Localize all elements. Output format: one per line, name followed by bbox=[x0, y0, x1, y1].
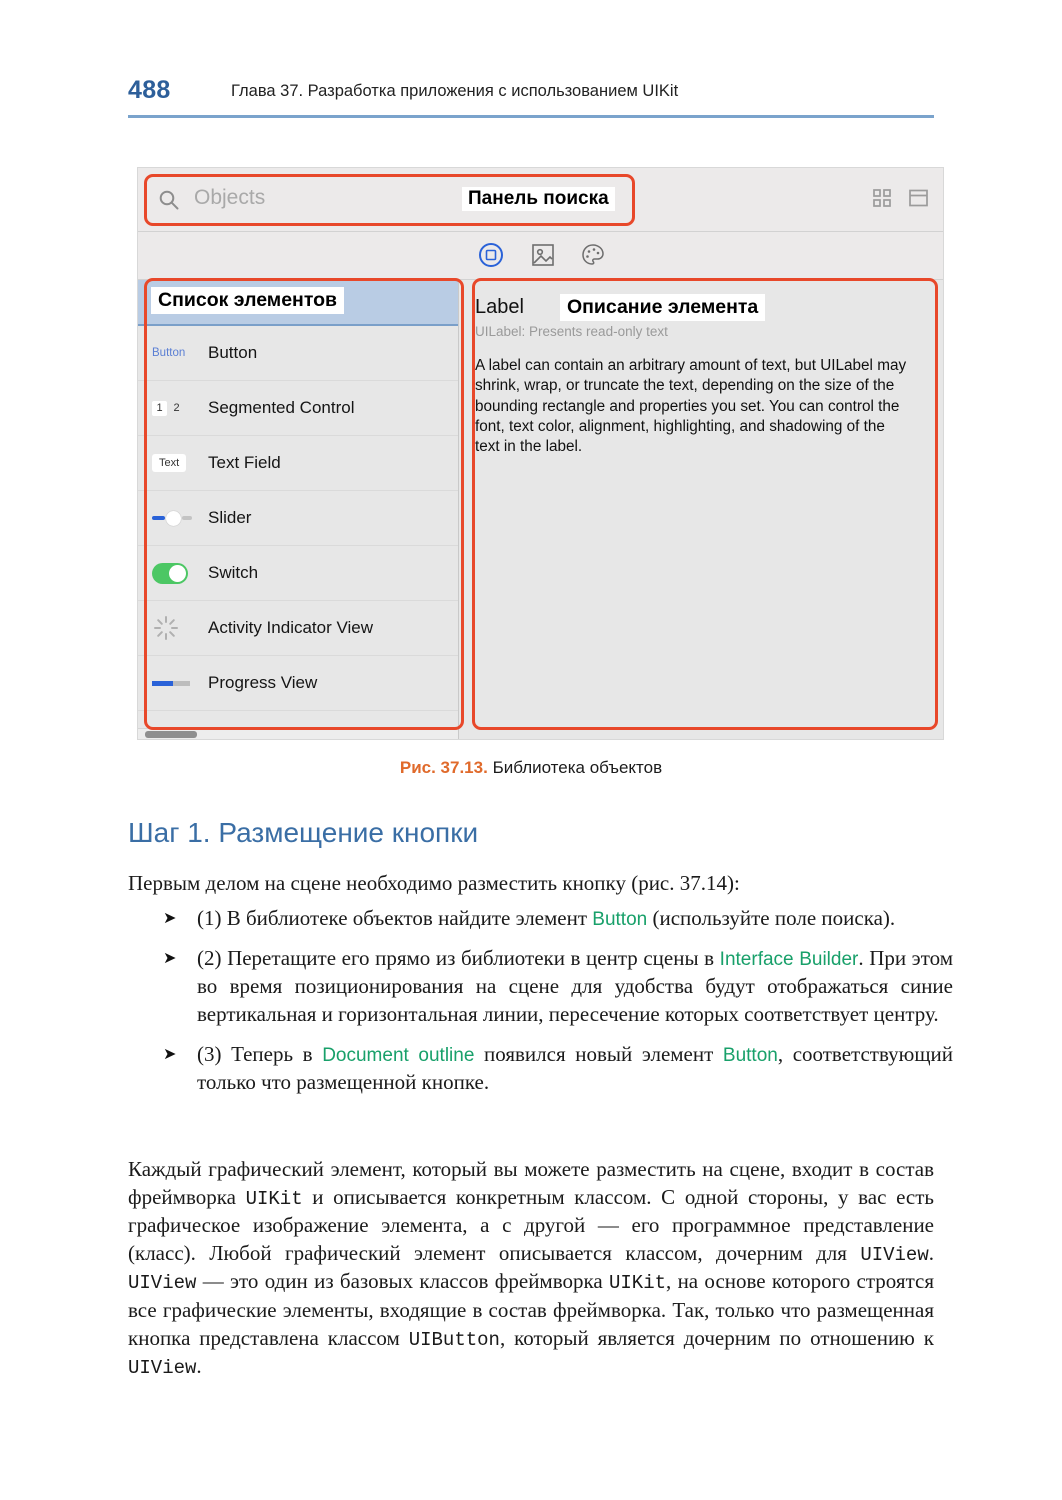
running-head: Глава 37. Разработка приложения с исполь… bbox=[231, 82, 679, 100]
inline-code: UIButton bbox=[408, 1328, 500, 1351]
segmented-control-icon: 1 2 bbox=[152, 400, 208, 416]
annotation-search-panel: Панель поиска bbox=[462, 187, 615, 211]
figure-caption-number: Рис. 37.13. bbox=[399, 758, 488, 777]
step-text: (3) Теперь в Document outline появился н… bbox=[197, 1041, 953, 1097]
list-item[interactable]: Activity Indicator View bbox=[138, 601, 458, 656]
media-library-icon[interactable] bbox=[529, 241, 557, 274]
figure-caption: Рис. 37.13. Библиотека объектов bbox=[0, 758, 1062, 778]
search-icon bbox=[157, 188, 181, 212]
color-palette-icon[interactable] bbox=[579, 241, 607, 274]
section-heading: Шаг 1. Размещение кнопки bbox=[128, 817, 479, 848]
inline-text: . bbox=[196, 1353, 202, 1378]
detail-body-text: A label can contain an arbitrary amount … bbox=[475, 357, 907, 456]
arrow-bullet-icon: ➤ bbox=[163, 949, 177, 967]
library-view-toggles bbox=[872, 188, 929, 213]
inline-text: (используйте поле поиска). bbox=[647, 906, 896, 930]
inline-text: , который является дочерним по отношению… bbox=[499, 1325, 934, 1350]
list-item-label: Button bbox=[208, 343, 258, 362]
object-library-icon[interactable] bbox=[475, 239, 507, 276]
library-tab-icons bbox=[138, 239, 943, 276]
inline-text: (1) В библиотеке объектов найдите элемен… bbox=[197, 906, 593, 930]
page-header: 488 Глава 37. Разработка приложения с ис… bbox=[128, 74, 934, 116]
list-item-label: Slider bbox=[208, 508, 252, 527]
slider-icon bbox=[152, 510, 208, 526]
inline-keyword: Document outline bbox=[322, 1044, 475, 1066]
library-tab-row bbox=[138, 232, 943, 280]
steps-list: ➤ (1) В библиотеке объектов найдите элеме… bbox=[163, 905, 953, 1109]
inline-text: . bbox=[928, 1241, 934, 1266]
horizontal-scrollbar[interactable] bbox=[138, 728, 458, 739]
segment-2: 2 bbox=[173, 401, 180, 414]
segment-1: 1 bbox=[152, 400, 167, 416]
inline-code: UIKit bbox=[609, 1272, 667, 1295]
step-item: ➤ (2) Перетащите его прямо из библиотеки … bbox=[163, 945, 953, 1029]
text-field-icon: Text bbox=[152, 454, 208, 472]
library-search-row: Objects Панель поиска bbox=[138, 168, 943, 232]
inline-code: UIView bbox=[128, 1356, 197, 1379]
list-item[interactable]: Progress View bbox=[138, 656, 458, 711]
step-item: ➤ (3) Теперь в Document outline появился … bbox=[163, 1041, 953, 1097]
figure-caption-text: Библиотека объектов bbox=[492, 758, 663, 777]
grid-view-icon[interactable] bbox=[872, 188, 892, 213]
list-item-label: Segmented Control bbox=[208, 398, 355, 417]
detail-title: Label bbox=[475, 296, 524, 318]
progress-view-icon bbox=[152, 680, 208, 686]
header-rule bbox=[128, 115, 934, 118]
panel-view-icon[interactable] bbox=[908, 188, 929, 213]
intro-paragraph: Первым делом на сцене необходимо размест… bbox=[128, 871, 740, 895]
library-panes: Список элементов Button Button 1 2 Segme… bbox=[138, 280, 943, 739]
step-text: (1) В библиотеке объектов найдите элемен… bbox=[197, 905, 953, 933]
inline-keyword: Button bbox=[592, 909, 648, 930]
inline-keyword: Interface Builder bbox=[719, 948, 859, 970]
library-detail-pane: Label Описание элемента UILabel: Present… bbox=[459, 280, 943, 739]
button-icon: Button bbox=[152, 347, 208, 359]
list-item-label: Activity Indicator View bbox=[208, 618, 374, 637]
search-input-placeholder[interactable]: Objects bbox=[194, 186, 265, 210]
list-item[interactable]: Slider bbox=[138, 491, 458, 546]
scrollbar-thumb[interactable] bbox=[145, 731, 197, 738]
inline-text: (3) Теперь в bbox=[197, 1041, 323, 1066]
list-item-label: Progress View bbox=[208, 673, 318, 692]
step-item: ➤ (1) В библиотеке объектов найдите элеме… bbox=[163, 905, 953, 933]
inline-keyword: Button bbox=[722, 1044, 778, 1066]
inline-code: UIView bbox=[128, 1272, 197, 1295]
detail-subtitle: UILabel: Presents read-only text bbox=[475, 324, 668, 339]
list-item-label: Switch bbox=[208, 563, 259, 582]
switch-icon bbox=[152, 562, 208, 584]
inline-text: (2) Перетащите его прямо из библиотеки в… bbox=[197, 945, 720, 970]
inline-code: UIView bbox=[860, 1244, 929, 1267]
inline-code: UIKit bbox=[245, 1187, 303, 1210]
figure-object-library: Objects Панель поиска Список элементов B… bbox=[137, 167, 944, 740]
annotation-element-description: Описание элемента bbox=[559, 294, 766, 321]
arrow-bullet-icon: ➤ bbox=[163, 910, 177, 927]
library-element-list[interactable]: Список элементов Button Button 1 2 Segme… bbox=[138, 280, 459, 739]
inline-text: — это один из базовых классов фреймворка bbox=[196, 1269, 609, 1294]
page-number: 488 bbox=[128, 76, 171, 104]
arrow-bullet-icon: ➤ bbox=[163, 1045, 177, 1063]
button-icon-label: Button bbox=[152, 347, 186, 359]
inline-text: появился новый элемент bbox=[474, 1041, 723, 1066]
list-item[interactable]: Switch bbox=[138, 546, 458, 601]
text-field-icon-label: Text bbox=[152, 454, 187, 472]
final-paragraph: Каждый графический элемент, который вы м… bbox=[128, 1156, 934, 1381]
list-item[interactable]: Text Text Field bbox=[138, 436, 458, 491]
list-item[interactable]: Button Button bbox=[138, 326, 458, 381]
step-text: (2) Перетащите его прямо из библиотеки в… bbox=[197, 945, 953, 1029]
list-item[interactable]: 1 2 Segmented Control bbox=[138, 381, 458, 436]
list-item-label: Text Field bbox=[208, 453, 281, 472]
list-row-selected[interactable]: Список элементов bbox=[138, 280, 458, 326]
annotation-element-list: Список элементов bbox=[151, 287, 345, 314]
activity-indicator-icon bbox=[152, 614, 208, 642]
